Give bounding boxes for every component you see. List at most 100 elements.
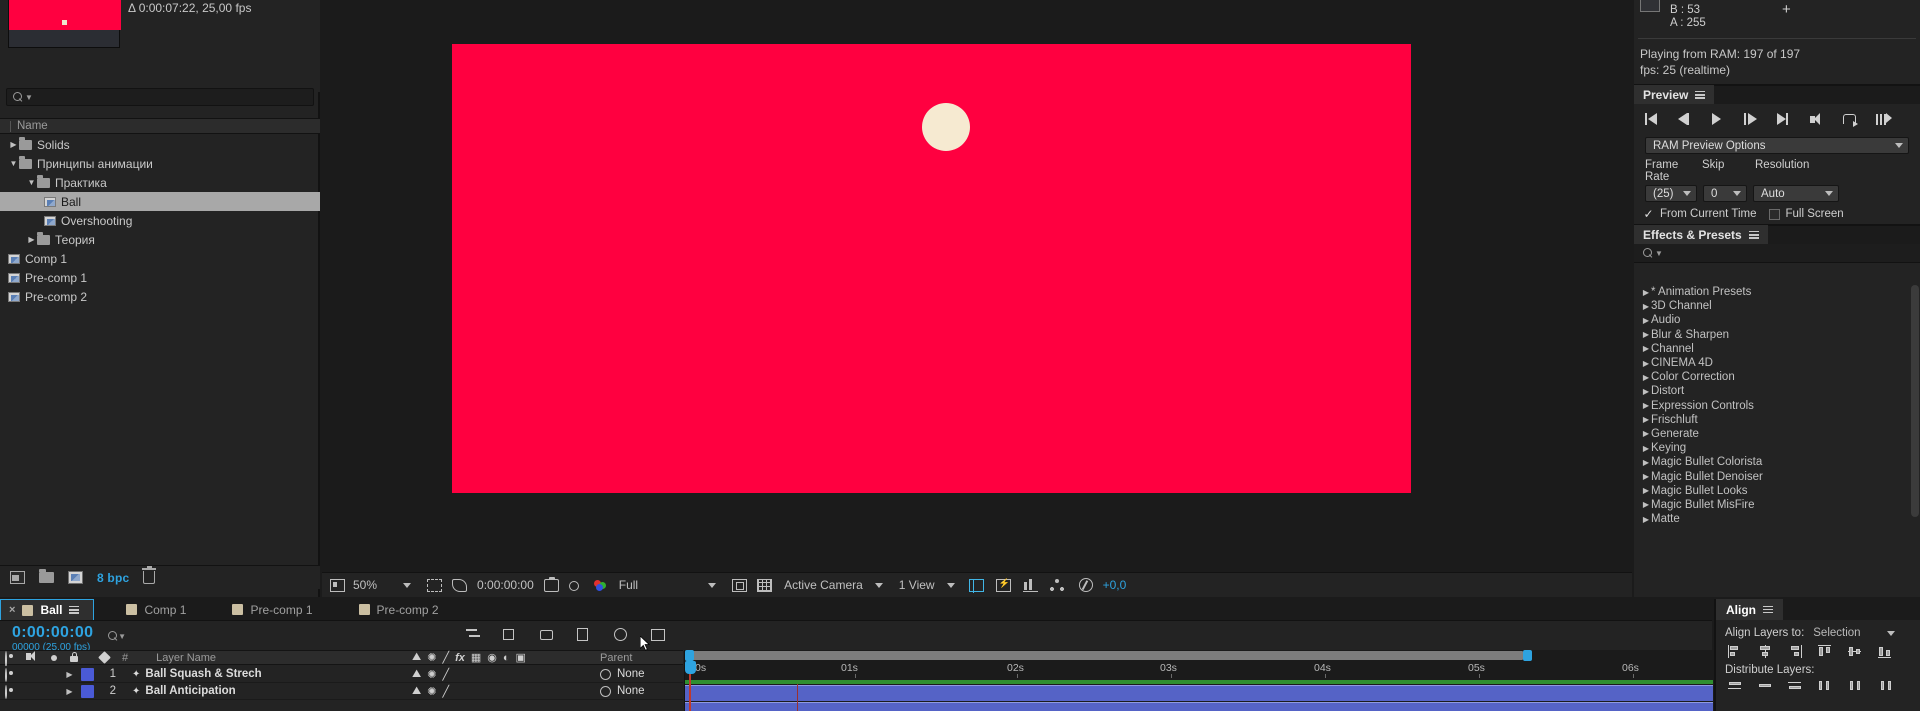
effects-category-row[interactable]: ▶ Expression Controls [1634, 399, 1920, 413]
twirl-icon[interactable]: ▶ [1641, 401, 1651, 410]
panel-menu-icon[interactable] [1763, 605, 1773, 614]
distribute-left-button[interactable] [1818, 679, 1833, 692]
table-row[interactable]: ▶ 2 ✦ Ball Anticipation ⛰ ✺ ╱ None [0, 683, 695, 700]
distribute-top-button[interactable] [1728, 679, 1743, 692]
tab-pre-comp-2[interactable]: Pre-comp 2 [326, 599, 453, 620]
motion-blur-icon[interactable]: ◉ [487, 651, 497, 664]
toggle-guides-button[interactable] [968, 573, 984, 598]
twirl-icon[interactable]: ▶ [1641, 444, 1651, 453]
work-area-start-handle[interactable] [685, 650, 694, 661]
twirl-icon[interactable]: ▼ [26, 178, 37, 187]
quality-icon[interactable]: ╱ [442, 685, 449, 698]
camera-view-value[interactable]: Active Camera [784, 573, 863, 598]
project-row-theory[interactable]: ▶ Теория [0, 230, 320, 249]
align-layers-dropdown[interactable]: Selection [1813, 627, 1895, 639]
tab-pre-comp-1[interactable]: Pre-comp 1 [200, 599, 327, 620]
timeline-current-time[interactable]: 0:00:00:00 [12, 624, 93, 642]
tab-comp-1[interactable]: Comp 1 [94, 599, 201, 620]
region-preview-button[interactable] [732, 573, 748, 598]
effects-category-row[interactable]: ▶ Distort [1634, 384, 1920, 398]
twirl-icon[interactable]: ▶ [1641, 472, 1651, 481]
time-ruler[interactable]: 0s 01s 02s 03s 04s 05s 06s [685, 661, 1713, 679]
audio-toggle-icon[interactable] [1810, 113, 1826, 126]
shy-icon[interactable]: ⛰ [412, 651, 421, 664]
work-area-bar[interactable] [685, 650, 1713, 661]
shy-icon[interactable]: ⛰ [412, 668, 421, 681]
ram-preview-icon[interactable] [1876, 113, 1892, 126]
timeline-graph-area[interactable]: 0s 01s 02s 03s 04s 05s 06s [684, 650, 1713, 711]
view-layout-value[interactable]: 1 View [899, 573, 935, 598]
effects-category-row[interactable]: ▶ * Animation Presets [1634, 285, 1920, 299]
layer-name[interactable]: Ball Squash & Strech [145, 668, 261, 680]
work-area-end-handle[interactable] [1523, 650, 1532, 661]
twirl-icon[interactable]: ▶ [1641, 288, 1651, 297]
new-folder-icon[interactable] [39, 569, 54, 583]
quality-icon[interactable]: ╱ [442, 651, 449, 664]
project-row-practice[interactable]: ▼ Практика [0, 173, 320, 192]
frame-rate-dropdown[interactable]: (25) [1645, 185, 1697, 202]
from-current-time-checkbox[interactable]: ✓ [1643, 208, 1654, 220]
frame-blending-icon[interactable] [577, 627, 593, 642]
audio-speaker-icon[interactable] [26, 651, 39, 663]
full-screen-checkbox[interactable] [1768, 208, 1780, 220]
trash-icon[interactable] [142, 566, 157, 584]
collapse-transformations-icon[interactable]: ✺ [427, 685, 436, 698]
distribute-vertical-center-button[interactable] [1758, 679, 1773, 692]
project-item-tree[interactable]: ▶ Solids ▼ Принципы анимации ▼ Практика … [0, 135, 320, 575]
align-bottom-button[interactable] [1878, 645, 1893, 659]
previous-frame-button[interactable] [1678, 113, 1694, 126]
collapse-transformations-icon[interactable]: ✺ [427, 651, 436, 664]
effects-category-row[interactable]: ▶ Blur & Sharpen [1634, 328, 1920, 342]
loop-options-icon[interactable] [1843, 113, 1859, 127]
panel-menu-icon[interactable] [69, 606, 80, 614]
effects-category-row[interactable]: ▶ Keying [1634, 441, 1920, 455]
effects-category-row[interactable]: ▶ 3D Channel [1634, 299, 1920, 313]
lock-icon[interactable] [68, 652, 81, 663]
graph-editor-icon[interactable] [651, 627, 667, 642]
last-frame-button[interactable] [1777, 113, 1793, 126]
effects-search-input[interactable]: ▼ [1634, 244, 1920, 263]
twirl-icon[interactable]: ▶ [1641, 330, 1651, 339]
adjustment-layer-icon[interactable]: ◐ [503, 652, 510, 664]
tab-align[interactable]: Align [1716, 599, 1783, 620]
effects-category-row[interactable]: ▶ Frischluft [1634, 413, 1920, 427]
effects-category-row[interactable]: ▶ Color Correction [1634, 370, 1920, 384]
motion-blur-icon[interactable] [614, 627, 630, 642]
twirl-icon[interactable]: ▶ [1641, 344, 1651, 353]
timeline-jump-button[interactable] [1022, 573, 1038, 598]
project-row-overshooting[interactable]: Overshooting [0, 211, 320, 230]
twirl-icon[interactable]: ▼ [8, 159, 19, 168]
effects-category-list[interactable]: ▶ * Animation Presets ▶ 3D Channel ▶ Audio … [1634, 285, 1920, 597]
align-horizontal-center-button[interactable] [1758, 645, 1773, 658]
twirl-icon[interactable]: ▶ [1641, 373, 1651, 382]
close-icon[interactable]: × [9, 604, 15, 616]
twirl-icon[interactable]: ▶ [1641, 515, 1651, 524]
effects-category-row[interactable]: ▶ Magic Bullet Denoiser [1634, 469, 1920, 483]
twirl-icon[interactable]: ▶ [64, 687, 75, 696]
solo-icon[interactable] [49, 652, 62, 663]
exposure-value[interactable]: +0,0 [1103, 573, 1127, 598]
tab-ball[interactable]: × Ball [0, 599, 95, 620]
align-top-button[interactable] [1818, 645, 1833, 658]
resolution-dropdown[interactable]: Auto [1753, 185, 1839, 202]
layer-duration-bar[interactable] [685, 702, 1713, 711]
project-row-precomp-1[interactable]: Pre-comp 1 [0, 268, 320, 287]
composition-icon[interactable] [68, 571, 83, 584]
effects-category-row[interactable]: ▶ CINEMA 4D [1634, 356, 1920, 370]
table-row[interactable]: ▶ 1 ✦ Ball Squash & Strech ⛰ ✺ ╱ None [0, 666, 695, 683]
project-row-precomp-2[interactable]: Pre-comp 2 [0, 287, 320, 306]
tab-preview[interactable]: Preview [1634, 85, 1715, 105]
frame-blend-icon[interactable]: ▦ [471, 651, 481, 664]
quality-icon[interactable]: ╱ [442, 668, 449, 681]
project-row-principles[interactable]: ▼ Принципы анимации [0, 154, 320, 173]
video-eye-icon[interactable] [5, 651, 18, 667]
distribute-horizontal-center-button[interactable] [1848, 679, 1863, 692]
effects-category-row[interactable]: ▶ Audio [1634, 313, 1920, 327]
align-vertical-center-button[interactable] [1848, 645, 1863, 658]
playhead-marker[interactable] [685, 661, 696, 674]
new-composition-icon[interactable] [10, 571, 25, 584]
distribute-bottom-button[interactable] [1788, 679, 1803, 692]
twirl-icon[interactable]: ▶ [26, 235, 37, 244]
effects-category-row[interactable]: ▶ Matte [1634, 512, 1920, 526]
effects-category-row[interactable]: ▶ Channel [1634, 342, 1920, 356]
